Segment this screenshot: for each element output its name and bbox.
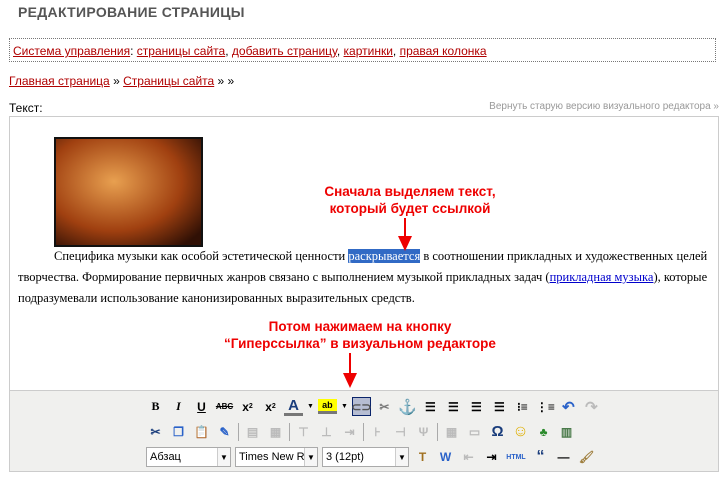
- indent-icon[interactable]: ⇥: [482, 448, 501, 467]
- merge-cells-icon[interactable]: ▭: [465, 422, 484, 441]
- align-right-icon[interactable]: ☰: [467, 397, 486, 416]
- insert-col-after-icon[interactable]: ⊣: [391, 422, 410, 441]
- breadcrumb-sep: »: [113, 74, 120, 88]
- delete-row-icon[interactable]: ⇥: [340, 422, 359, 441]
- undo-icon[interactable]: ↶: [559, 397, 578, 416]
- chevron-down-icon[interactable]: ▼: [341, 403, 348, 410]
- arrow-down-icon: [398, 218, 412, 251]
- font-select[interactable]: Times New Roman▼: [235, 447, 318, 467]
- size-select[interactable]: 3 (12pt) ▼: [322, 447, 409, 467]
- align-center-icon[interactable]: ☰: [444, 397, 463, 416]
- admin-nav: Система управления: страницы сайта, доба…: [9, 38, 716, 62]
- delete-col-icon[interactable]: Ψ: [414, 422, 433, 441]
- bold-icon[interactable]: B: [146, 397, 165, 416]
- redo-icon[interactable]: ↷: [582, 397, 601, 416]
- text-label: Текст:: [9, 101, 43, 115]
- music-image[interactable]: [54, 137, 203, 247]
- editor-toolbar: B I U ABC x2 x2 A ▼ ab ▼ ⊂⊃ ✂ ⚓ ☰ ☰ ☰ ☰ ⁝≡…: [10, 390, 718, 471]
- emoticon-icon[interactable]: ☺: [511, 422, 530, 441]
- unlink-icon[interactable]: ✂: [375, 397, 394, 416]
- media-icon[interactable]: ▥: [557, 422, 576, 441]
- chevron-down-icon: ▼: [395, 448, 408, 466]
- horizontal-rule-icon[interactable]: —: [554, 448, 573, 467]
- italic-icon[interactable]: I: [169, 397, 188, 416]
- breadcrumb-site-pages[interactable]: Страницы сайта: [123, 74, 214, 88]
- format-value: Абзац: [150, 451, 181, 463]
- insert-row-before-icon[interactable]: ⊤: [294, 422, 313, 441]
- highlight-icon[interactable]: ab: [317, 399, 337, 414]
- special-char-icon[interactable]: Ω: [488, 422, 507, 441]
- image-icon[interactable]: ♣: [534, 422, 553, 441]
- text: Специфика музыки как особой эстетической…: [54, 249, 349, 263]
- outdent-icon[interactable]: ⇤: [459, 448, 478, 467]
- text-color-icon[interactable]: A: [284, 397, 303, 416]
- table-row-icon[interactable]: ▤: [243, 422, 262, 441]
- blockquote-icon[interactable]: “: [531, 448, 550, 467]
- nav-right-column[interactable]: правая колонка: [400, 44, 487, 58]
- nav-add-page[interactable]: добавить страницу: [232, 44, 337, 58]
- subscript-icon[interactable]: x2: [238, 397, 257, 416]
- table-cell-icon[interactable]: ▦: [266, 422, 285, 441]
- insert-col-before-icon[interactable]: ⊦: [368, 422, 387, 441]
- chevron-down-icon: ▼: [304, 448, 317, 466]
- paste-text-icon[interactable]: T: [413, 448, 432, 467]
- format-select[interactable]: Абзац ▼: [146, 447, 231, 467]
- chevron-down-icon: ▼: [217, 448, 230, 466]
- superscript-icon[interactable]: x2: [261, 397, 280, 416]
- paste-icon[interactable]: 📋: [192, 422, 211, 441]
- align-justify-icon[interactable]: ☰: [490, 397, 509, 416]
- page-title: РЕДАКТИРОВАНИЕ СТРАНИЦЫ: [18, 4, 245, 20]
- underline-icon[interactable]: U: [192, 397, 211, 416]
- cut-icon[interactable]: ✂: [146, 422, 165, 441]
- annotation-second: Потом нажимаем на кнопку “Гиперссылка” в…: [224, 319, 496, 351]
- bullet-list-icon[interactable]: ⁝≡: [513, 397, 532, 416]
- old-editor-link[interactable]: Вернуть старую версию визуального редакт…: [489, 101, 719, 112]
- breadcrumb-home[interactable]: Главная страница: [9, 74, 110, 88]
- cleanup-icon[interactable]: 🖌: [577, 448, 596, 467]
- chevron-down-icon[interactable]: ▼: [307, 403, 314, 410]
- paste-word-icon[interactable]: W: [436, 448, 455, 467]
- align-left-icon[interactable]: ☰: [421, 397, 440, 416]
- editor-paragraph[interactable]: Специфика музыки как особой эстетической…: [18, 246, 708, 309]
- insert-row-after-icon[interactable]: ⊥: [317, 422, 336, 441]
- nav-site-pages[interactable]: страницы сайта: [137, 44, 225, 58]
- anchor-icon[interactable]: ⚓: [398, 397, 417, 416]
- size-value: 3 (12pt): [326, 451, 364, 463]
- annotation-first: Сначала выделяем текст, который будет сс…: [324, 184, 496, 216]
- numbered-list-icon[interactable]: ⋮≡: [536, 397, 555, 416]
- arrow-down-icon: [343, 353, 357, 388]
- copy-icon[interactable]: ❐: [169, 422, 188, 441]
- table-icon[interactable]: ▦: [442, 422, 461, 441]
- nav-images[interactable]: картинки: [344, 44, 393, 58]
- breadcrumb: Главная страница » Страницы сайта » »: [9, 74, 234, 88]
- edit-icon[interactable]: ✎: [215, 422, 234, 441]
- breadcrumb-tail: » »: [217, 74, 235, 88]
- html-icon[interactable]: HTML: [505, 448, 527, 467]
- nav-control-system[interactable]: Система управления: [13, 44, 130, 58]
- content-link[interactable]: прикладная музыка: [550, 270, 654, 284]
- hyperlink-icon[interactable]: ⊂⊃: [351, 397, 371, 416]
- strikethrough-icon[interactable]: ABC: [215, 397, 234, 416]
